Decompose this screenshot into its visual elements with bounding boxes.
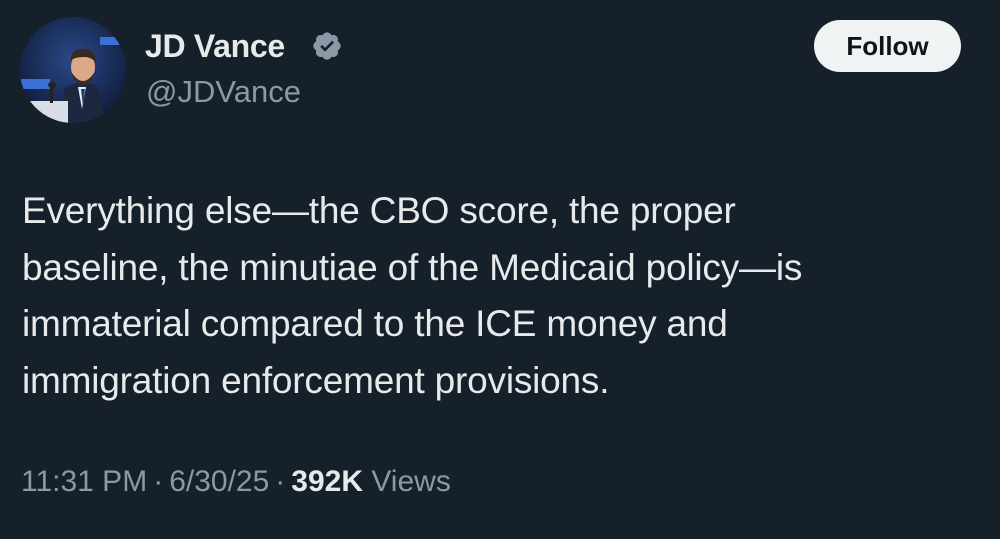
separator: · <box>153 465 164 498</box>
avatar-image <box>20 17 126 123</box>
tweet-text-line: immigration enforcement provisions. <box>22 359 610 401</box>
verified-badge-icon[interactable] <box>311 30 343 62</box>
tweet-card: JD Vance @JDVance Follow Everything else… <box>0 0 1000 539</box>
tweet-text-line: Everything else—the CBO score, the prope… <box>22 190 736 231</box>
tweet-text: Everything else—the CBO score, the prope… <box>22 183 982 409</box>
tweet-time[interactable]: 11:31 PM <box>21 465 147 498</box>
tweet-metadata: 11:31 PM · 6/30/25 · 392K Views <box>21 462 451 502</box>
tweet-date[interactable]: 6/30/25 <box>169 465 269 498</box>
tweet-text-line: baseline, the minutiae of the Medicaid p… <box>22 246 803 288</box>
user-handle[interactable]: @JDVance <box>146 73 301 111</box>
separator: · <box>275 465 286 498</box>
views-count[interactable]: 392K <box>291 465 363 498</box>
tweet-text-line: immaterial compared to the ICE money and <box>22 303 728 344</box>
views-label[interactable]: Views <box>371 465 450 498</box>
follow-button[interactable]: Follow <box>814 20 961 72</box>
display-name[interactable]: JD Vance <box>145 27 285 65</box>
avatar[interactable] <box>20 17 126 123</box>
